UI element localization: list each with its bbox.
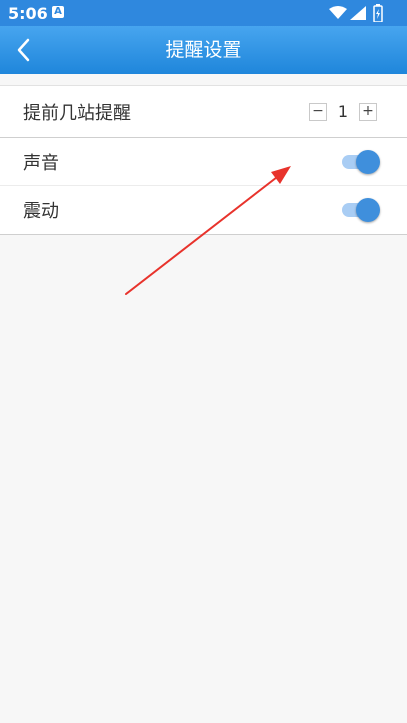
status-time: 5:06	[8, 4, 48, 23]
status-bar: 5:06 A	[0, 0, 407, 26]
decrement-button[interactable]: −	[309, 103, 327, 121]
sound-label: 声音	[23, 152, 59, 174]
toggle-thumb	[356, 198, 380, 222]
vibration-label: 震动	[23, 201, 59, 222]
advance-stops-row: 提前几站提醒 − 1 +	[0, 86, 407, 138]
settings-list: 提前几站提醒 − 1 + 声音 震动	[0, 85, 407, 235]
title-bar: 提醒设置	[0, 26, 407, 74]
advance-stops-stepper: − 1 +	[309, 103, 377, 121]
wifi-icon	[329, 6, 347, 19]
page-title: 提醒设置	[165, 39, 242, 61]
sound-toggle[interactable]	[340, 149, 380, 174]
advance-stops-label: 提前几站提醒	[23, 102, 131, 124]
toggle-thumb	[356, 149, 380, 174]
signal-icon	[350, 6, 366, 20]
stepper-value: 1	[337, 102, 349, 121]
battery-icon	[373, 4, 383, 22]
sound-row: 声音	[0, 138, 407, 186]
vibration-toggle[interactable]	[340, 198, 380, 222]
status-icons	[329, 4, 399, 22]
notification-a-icon: A	[52, 6, 64, 18]
vibration-row: 震动	[0, 186, 407, 234]
increment-button[interactable]: +	[359, 103, 377, 121]
